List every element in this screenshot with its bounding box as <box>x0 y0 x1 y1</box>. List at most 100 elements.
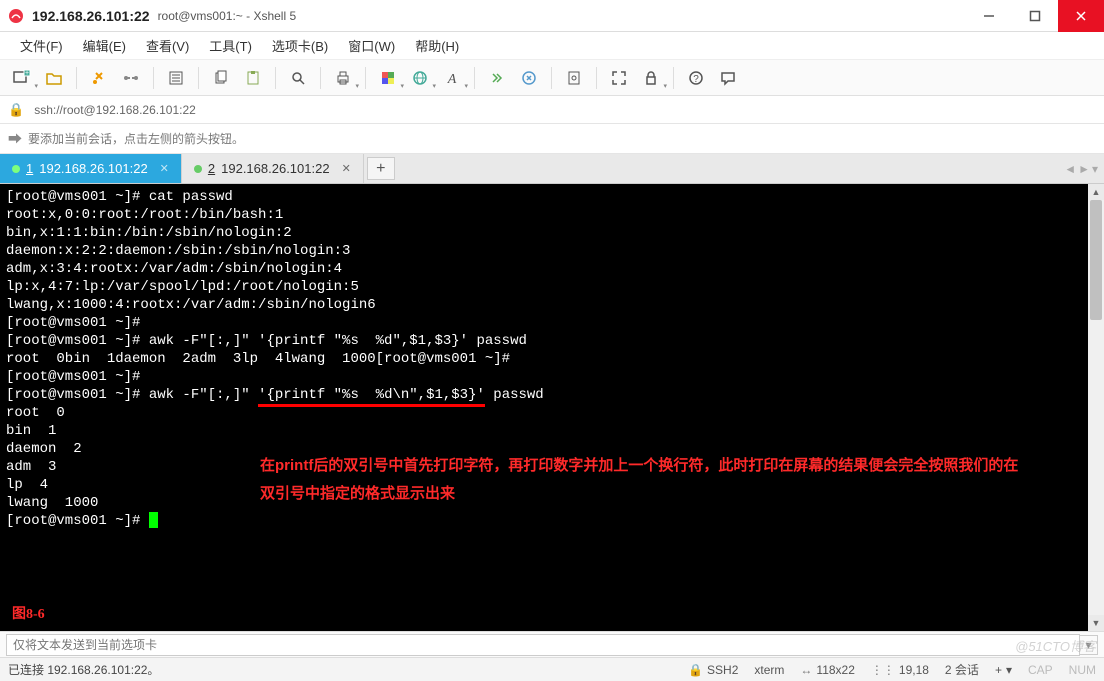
term-line: bin 1 <box>6 422 1082 440</box>
term-line: lwang,x:1000:4:rootx:/var/adm:/sbin/nolo… <box>6 296 1082 314</box>
scroll-thumb[interactable] <box>1090 200 1102 320</box>
disconnect-icon[interactable] <box>117 64 145 92</box>
svg-text:?: ? <box>693 74 699 85</box>
menu-bar: 文件(F) 编辑(E) 查看(V) 工具(T) 选项卡(B) 窗口(W) 帮助(… <box>0 32 1104 60</box>
tab-label: 192.168.26.101:22 <box>221 161 329 176</box>
svg-text:A: A <box>447 72 457 86</box>
term-line: daemon:x:2:2:daemon:/sbin:/sbin/nologin:… <box>6 242 1082 260</box>
fullscreen-icon[interactable] <box>605 64 633 92</box>
properties-icon[interactable] <box>162 64 190 92</box>
menu-view[interactable]: 查看(V) <box>136 32 199 59</box>
scrollbar[interactable]: ▲ ▼ <box>1088 184 1104 631</box>
encoding-icon[interactable]: ▾ <box>406 64 434 92</box>
window-title: 192.168.26.101:22 <box>32 8 150 24</box>
tab-next-icon[interactable]: ► <box>1078 162 1090 176</box>
tab-nav: ◄ ► ▾ <box>1064 154 1098 183</box>
arrow-icon[interactable]: ⮕ <box>8 129 22 149</box>
toolbar: +▾ ▾ ▾ ▾ A▾ ▾ ? <box>0 60 1104 96</box>
close-button[interactable] <box>1058 0 1104 32</box>
status-connection: 已连接 192.168.26.101:22。 <box>8 661 159 678</box>
status-size: ↔118x22 <box>800 663 854 677</box>
print-icon[interactable]: ▾ <box>329 64 357 92</box>
color-scheme-icon[interactable]: ▾ <box>374 64 402 92</box>
tab-number: 2 <box>208 161 215 176</box>
status-sessions: 2 会话 <box>945 661 979 678</box>
status-plus-icon[interactable]: + ▾ <box>995 663 1012 677</box>
scroll-up-icon[interactable]: ▲ <box>1088 184 1104 200</box>
term-line: adm,x:3:4:rootx:/var/adm:/sbin/nologin:4 <box>6 260 1082 278</box>
status-num: NUM <box>1069 663 1096 677</box>
tab-1[interactable]: 1 192.168.26.101:22 ✕ <box>0 154 182 183</box>
copy-icon[interactable] <box>207 64 235 92</box>
help-icon[interactable]: ? <box>682 64 710 92</box>
address-input[interactable] <box>30 101 1096 119</box>
open-session-icon[interactable] <box>40 64 68 92</box>
status-dot-icon <box>12 165 20 173</box>
lock-small-icon: 🔒 <box>8 102 24 118</box>
menu-tab[interactable]: 选项卡(B) <box>262 32 338 59</box>
feedback-icon[interactable] <box>714 64 742 92</box>
svg-text:+: + <box>25 70 29 77</box>
term-line: [root@vms001 ~]# awk -F"[:,]" '{printf "… <box>6 332 1082 350</box>
window-subtitle: root@vms001:~ - Xshell 5 <box>158 9 297 23</box>
status-caps: CAP <box>1028 663 1053 677</box>
term-line: bin,x:1:1:bin:/bin:/sbin/nologin:2 <box>6 224 1082 242</box>
compose-input[interactable] <box>6 634 1080 656</box>
hint-bar: ⮕ 要添加当前会话，点击左侧的箭头按钮。 <box>0 124 1104 154</box>
cursor-icon <box>149 512 158 528</box>
menu-tools[interactable]: 工具(T) <box>199 32 262 59</box>
term-line: [root@vms001 ~]# <box>6 368 1082 386</box>
tab-2[interactable]: 2 192.168.26.101:22 ✕ <box>182 154 364 183</box>
transfer-icon[interactable] <box>483 64 511 92</box>
compose-bar: ▾ <box>0 631 1104 657</box>
menu-window[interactable]: 窗口(W) <box>338 32 405 59</box>
compose-target-dropdown[interactable]: ▾ <box>1080 635 1098 655</box>
scroll-down-icon[interactable]: ▼ <box>1088 615 1104 631</box>
terminal-area: [root@vms001 ~]# cat passwdroot:x,0:0:ro… <box>0 184 1104 631</box>
add-tab-button[interactable]: + <box>367 157 395 180</box>
term-line: root 0bin 1daemon 2adm 3lp 4lwang 1000[r… <box>6 350 1082 368</box>
ssh-icon: 🔒 <box>688 663 703 677</box>
annotation-text: 在printf后的双引号中首先打印字符，再打印数字并加上一个换行符，此时打印在屏… <box>260 452 1030 508</box>
lock-icon[interactable]: ▾ <box>637 64 665 92</box>
figure-label: 图8-6 <box>12 603 45 623</box>
address-bar: 🔒 <box>0 96 1104 124</box>
tab-close-icon[interactable]: ✕ <box>160 162 169 175</box>
reconnect-icon[interactable] <box>85 64 113 92</box>
maximize-button[interactable] <box>1012 0 1058 32</box>
script-icon[interactable] <box>560 64 588 92</box>
scroll-track[interactable] <box>1088 200 1104 615</box>
xftp-icon[interactable] <box>515 64 543 92</box>
tab-strip: 1 192.168.26.101:22 ✕ 2 192.168.26.101:2… <box>0 154 1104 184</box>
minimize-button[interactable] <box>966 0 1012 32</box>
term-line: root:x,0:0:root:/root:/bin/bash:1 <box>6 206 1082 224</box>
tab-prev-icon[interactable]: ◄ <box>1064 162 1076 176</box>
tab-close-icon[interactable]: ✕ <box>342 162 351 175</box>
status-position: ⋮⋮19,18 <box>871 663 929 677</box>
app-icon <box>8 8 24 24</box>
tab-number: 1 <box>26 161 33 176</box>
term-line: [root@vms001 ~]# cat passwd <box>6 188 1082 206</box>
highlighted-command: '{printf "%s %d\n",$1,$3}' <box>258 387 485 407</box>
term-line: lp:x,4:7:lp:/var/spool/lpd:/root/nologin… <box>6 278 1082 296</box>
terminal[interactable]: [root@vms001 ~]# cat passwdroot:x,0:0:ro… <box>0 184 1088 631</box>
menu-edit[interactable]: 编辑(E) <box>73 32 136 59</box>
find-icon[interactable] <box>284 64 312 92</box>
paste-icon[interactable] <box>239 64 267 92</box>
menu-file[interactable]: 文件(F) <box>10 32 73 59</box>
status-protocol: 🔒SSH2 <box>688 663 738 677</box>
title-bar: 192.168.26.101:22 root@vms001:~ - Xshell… <box>0 0 1104 32</box>
status-bar: 已连接 192.168.26.101:22。 🔒SSH2 xterm ↔118x… <box>0 657 1104 681</box>
term-line: root 0 <box>6 404 1082 422</box>
menu-help[interactable]: 帮助(H) <box>405 32 469 59</box>
font-icon[interactable]: A▾ <box>438 64 466 92</box>
grid-icon: ⋮⋮ <box>871 663 895 677</box>
tab-list-icon[interactable]: ▾ <box>1092 162 1098 176</box>
size-icon: ↔ <box>800 663 812 677</box>
term-line: [root@vms001 ~]# awk -F"[:,]" '{printf "… <box>6 386 1082 404</box>
status-dot-icon <box>194 165 202 173</box>
hint-text: 要添加当前会话，点击左侧的箭头按钮。 <box>28 130 244 147</box>
new-session-icon[interactable]: +▾ <box>8 64 36 92</box>
term-line: [root@vms001 ~]# <box>6 314 1082 332</box>
term-line: [root@vms001 ~]# <box>6 512 1082 530</box>
